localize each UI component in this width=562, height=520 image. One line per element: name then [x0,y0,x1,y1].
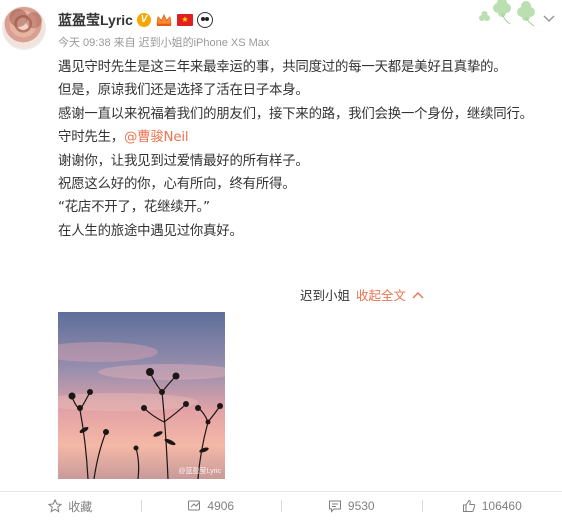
post-timestamp[interactable]: 今天 09:38 [58,34,111,50]
username-link[interactable]: 蓝盈莹Lyric [58,10,133,30]
source-prefix: 来自 [113,37,136,49]
like-button[interactable]: 106460 [421,492,562,520]
post-line: 在人生的旅途中遇见过你真好。 [58,223,243,239]
panda-icon[interactable] [196,12,213,28]
like-count: 106460 [481,499,522,513]
post-line-text: 守时先生， [58,130,124,146]
post-line: “花店不开了，花继续开。” [58,200,210,216]
comment-icon [328,500,341,513]
favorite-button[interactable]: 收藏 [0,492,141,520]
repost-icon [188,500,201,511]
collapse-row: 迟到小姐 收起全文 [300,285,424,304]
favorite-label: 收藏 [68,499,93,514]
thumbs-up-icon [462,499,475,512]
weibo-post-card: 蓝盈莹Lyric V ★ 今天 09:38 来自 迟到小姐的iPhone XS … [0,0,562,520]
image-watermark: @蓝盈莹Lyric [178,468,221,475]
post-line: 感谢一直以来祝福着我们的朋友们，接下来的路，我们会换一个身份，继续同行。 [58,106,533,122]
verified-icon[interactable]: V [136,13,151,27]
post-line: 祝愿这么好的你，心有所向，终有所得。 [58,177,296,193]
user-name-row: 蓝盈莹Lyric V ★ [58,9,213,31]
user-avatar[interactable] [2,6,46,50]
mention-link[interactable]: @曹骏Neil [124,130,189,145]
star-icon [48,499,63,513]
more-options-chevron-icon[interactable] [542,10,556,23]
repost-button[interactable]: 4906 [140,492,282,520]
post-line-mention: 守时先生，@曹骏Neil [58,126,554,149]
post-source: 迟到小姐的iPhone XS Max [138,37,270,49]
post-line: 遇见守时先生是这三年来最幸运的事，共同度过的每一天都是美好且真挚的。 [58,60,507,75]
post-body: 遇见守时先生是这三年来最幸运的事，共同度过的每一天都是美好且真挚的。 但是，原谅… [58,56,554,243]
crown-icon[interactable] [155,13,173,27]
post-image[interactable]: @蓝盈莹Lyric [58,312,225,479]
comment-button[interactable]: 9530 [281,492,422,520]
action-bar: 收藏 4906 9530 106460 [0,492,562,520]
repost-count: 4906 [207,499,235,513]
china-flag-icon[interactable]: ★ [176,14,193,26]
post-line: 谢谢你，让我见到过爱情最好的所有样子。 [58,153,309,169]
collapse-text-link[interactable]: 收起全文 [356,285,406,304]
post-line: 但是，原谅我们还是选择了活在日子本身。 [58,83,309,99]
comment-count: 9530 [347,499,375,513]
post-meta: 今天 09:38 来自 迟到小姐的iPhone XS Max [58,34,269,50]
collapse-user-name[interactable]: 迟到小姐 [300,285,350,304]
chevron-up-icon[interactable] [412,287,424,302]
